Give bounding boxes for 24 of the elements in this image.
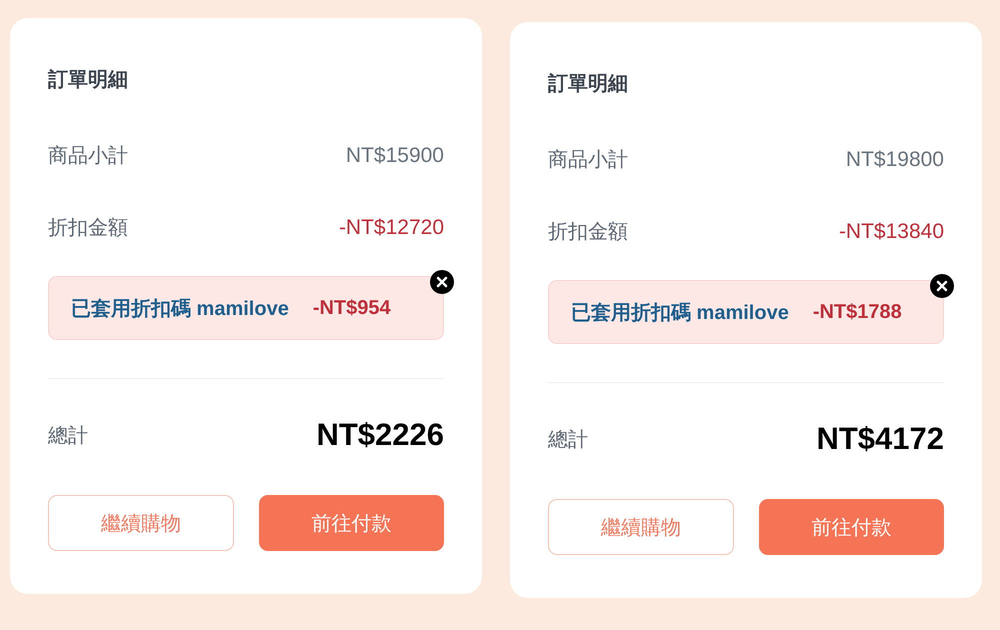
coupon-text: 已套用折扣碼 mamilove — [571, 300, 789, 326]
total-label: 總計 — [548, 428, 588, 452]
discount-value: -NT$13840 — [838, 220, 944, 244]
discount-label: 折扣金額 — [48, 216, 128, 241]
coupon-text: 已套用折扣碼 mamilove — [71, 296, 289, 322]
subtotal-value: NT$19800 — [846, 148, 944, 172]
subtotal-value: NT$15900 — [346, 144, 444, 168]
checkout-button[interactable]: 前往付款 — [258, 495, 444, 551]
continue-shopping-button[interactable]: 繼續購物 — [548, 499, 734, 555]
subtotal-label: 商品小計 — [548, 148, 628, 173]
close-icon[interactable] — [930, 274, 954, 298]
continue-shopping-button[interactable]: 繼續購物 — [48, 495, 234, 551]
card-title: 訂單明細 — [48, 68, 129, 92]
subtotal-label: 商品小計 — [48, 144, 128, 169]
coupon-amount: -NT$954 — [312, 296, 391, 320]
discount-label: 折扣金額 — [548, 220, 628, 245]
total-value: NT$2226 — [316, 417, 444, 453]
card-title: 訂單明細 — [548, 72, 629, 96]
close-icon[interactable] — [430, 270, 454, 294]
total-value: NT$4172 — [816, 421, 944, 457]
total-label: 總計 — [48, 424, 88, 448]
discount-value: -NT$12720 — [338, 216, 444, 240]
checkout-button[interactable]: 前往付款 — [758, 499, 944, 555]
coupon-amount: -NT$1788 — [812, 300, 902, 324]
